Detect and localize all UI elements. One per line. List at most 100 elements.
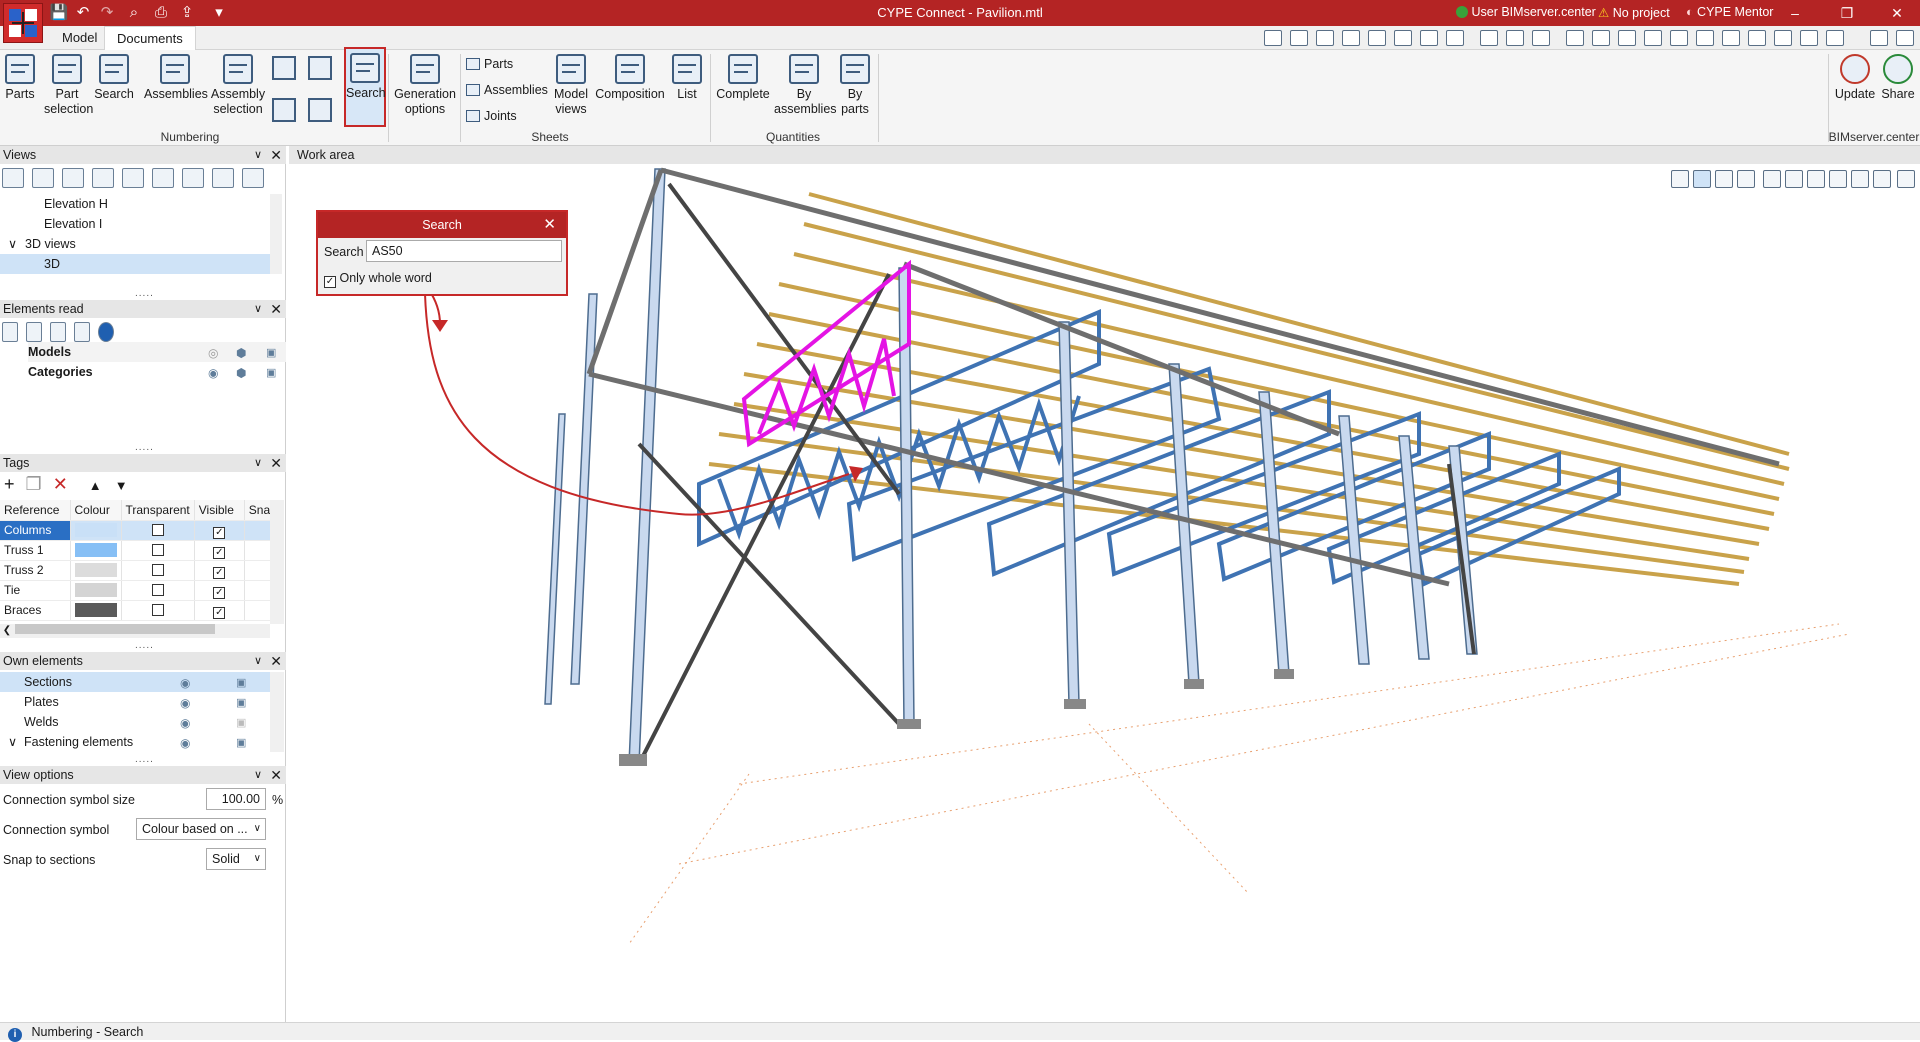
sheets-joints-button[interactable]: Joints [466,106,517,126]
close-icon[interactable]: ✕ [1876,0,1918,26]
colour-cell[interactable] [70,600,122,621]
tag-reference[interactable]: Braces [0,600,71,621]
snap-cell[interactable] [244,560,271,581]
view-tool-icon[interactable] [1290,30,1308,46]
close-panel-icon[interactable]: ✕ [270,652,282,670]
add-icon[interactable]: + [4,474,15,494]
colour-cell[interactable] [70,560,122,581]
own-plates[interactable]: Plates [24,692,59,712]
transparent-checkbox[interactable] [151,604,164,616]
transparent-checkbox[interactable] [151,584,164,596]
visible-checkbox[interactable]: ✓ [213,586,226,599]
keyboard-icon[interactable] [1748,30,1766,46]
column-header[interactable]: Transparent [121,500,195,521]
table-row[interactable]: Braces ✓ [0,600,271,621]
snap-cell[interactable] [244,600,271,621]
scale-icon[interactable] [1670,30,1688,46]
menu-chevron-icon[interactable]: ▾ [208,3,230,23]
view-tool-icon[interactable] [1316,30,1334,46]
view-tool-icon[interactable] [1264,30,1282,46]
visible-cell[interactable]: ✓ [194,520,245,541]
delete-icon[interactable]: ✕ [53,474,68,494]
connection-symbol-select[interactable]: Colour based on ... ∨ [136,818,266,840]
minimize-icon[interactable]: – [1774,0,1816,26]
resize-grip[interactable]: ..... [135,640,154,651]
assembly-selection-button[interactable]: Assembly selection [210,52,266,128]
colour-swatch[interactable] [74,583,117,597]
own-welds[interactable]: Welds [24,712,59,732]
undo-icon[interactable]: ↶ [72,3,94,23]
view-tool-icon[interactable] [1368,30,1386,46]
close-panel-icon[interactable]: ✕ [270,766,282,784]
copy-icon[interactable] [1446,30,1464,46]
view-tool-icon[interactable] [1342,30,1360,46]
whole-word-checkbox[interactable]: ✓ [324,276,336,288]
visible-cell[interactable]: ✓ [194,600,245,621]
generation-options-button[interactable]: Generation options [392,52,458,128]
angle-icon[interactable] [1696,30,1714,46]
documents-search-button[interactable]: Search [344,47,386,127]
snap-to-sections-select[interactable]: Solid ∨ [206,848,266,870]
export-icon[interactable]: ⇪ [176,3,198,23]
tab-model[interactable]: Model [50,26,109,50]
visible-checkbox[interactable]: ✓ [213,546,226,559]
redo-icon[interactable]: ↷ [96,3,118,23]
table-row[interactable]: Tie ✓ [0,580,271,601]
table-row[interactable]: Truss 1 ✓ [0,540,271,561]
share-button[interactable]: Share [1878,52,1918,128]
lock-icon[interactable]: ▣ [236,676,246,689]
connection-symbol-size-input[interactable]: 100.00 [206,788,266,810]
visible-cell[interactable]: ✓ [194,560,245,581]
close-panel-icon[interactable]: ✕ [270,454,282,472]
eye-icon[interactable]: ◉ [180,696,190,710]
move-icon[interactable] [1420,30,1438,46]
sheets-parts-button[interactable]: Parts [466,54,513,74]
tag-reference[interactable]: Tie [0,580,71,601]
tag-reference[interactable]: Columns [0,520,71,541]
chat-icon[interactable] [1800,30,1818,46]
own-sections[interactable]: Sections [0,672,270,692]
numbering-search-button[interactable]: Search [94,52,134,128]
colour-swatch[interactable] [74,563,117,577]
transparent-checkbox[interactable] [151,544,164,556]
globe-icon[interactable] [1870,30,1888,46]
snap-cell[interactable] [244,540,271,561]
transparent-cell[interactable] [121,600,195,621]
measure-icon[interactable] [1644,30,1662,46]
magnet-icon[interactable] [1532,30,1550,46]
project-status[interactable]: ⚠ No project [1598,5,1670,20]
column-header[interactable]: Snap [244,500,271,521]
grid-dots-icon[interactable] [1618,30,1636,46]
assemblies-button[interactable]: Assemblies [144,52,208,128]
grid-icon[interactable] [1592,30,1610,46]
visible-cell[interactable]: ✓ [194,540,245,561]
user-status[interactable]: User BIMserver.center [1456,5,1596,19]
whole-word-option[interactable]: ✓ Only whole word [324,268,432,288]
lock-icon[interactable]: ▣ [236,696,246,709]
close-icon[interactable]: ✕ [543,212,556,238]
part-selection-button[interactable]: Part selection [44,52,93,128]
tree-expand-icon[interactable]: ∨ [8,732,17,752]
cad-icon[interactable] [1480,30,1498,46]
table-row[interactable]: Truss 2 ✓ [0,560,271,581]
eye-icon[interactable]: ◉ [180,676,190,690]
move-down-icon[interactable]: ▼ [115,478,128,493]
composition-button[interactable]: Composition [594,52,666,128]
print-icon[interactable]: ⎙ [150,3,172,23]
edit-icon[interactable] [308,56,332,80]
clock-icon[interactable] [1722,30,1740,46]
colour-swatch[interactable] [74,543,117,557]
transparent-cell[interactable] [121,520,195,541]
list-button[interactable]: List [670,52,704,128]
column-header[interactable]: Visible [194,500,245,521]
copy-assembly-icon[interactable] [272,98,296,122]
assembly-tool-icon[interactable] [272,56,296,80]
parts-button[interactable]: Parts [0,52,40,128]
model-views-button[interactable]: Model views [550,52,592,128]
collapse-chevron-icon[interactable]: ∨ [254,454,262,472]
help-icon[interactable] [1896,30,1914,46]
transparent-cell[interactable] [121,540,195,561]
transparent-cell[interactable] [121,560,195,581]
visible-checkbox[interactable]: ✓ [213,606,226,619]
tab-documents[interactable]: Documents [104,26,196,50]
